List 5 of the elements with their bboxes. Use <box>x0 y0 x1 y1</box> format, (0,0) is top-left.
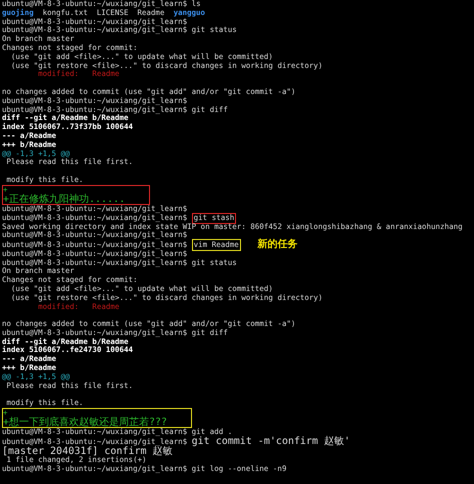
added-line: +想一下到底喜欢赵敏还是周芷若??? <box>3 418 168 428</box>
command-text: git commit -m'confirm 赵敏' <box>192 437 350 447</box>
added-line: +正在修炼九阳神功...... <box>3 194 126 204</box>
output-text: [master 204031f] confirm 赵敏 <box>2 446 173 456</box>
annotation-text: 新的任务 <box>257 240 298 250</box>
